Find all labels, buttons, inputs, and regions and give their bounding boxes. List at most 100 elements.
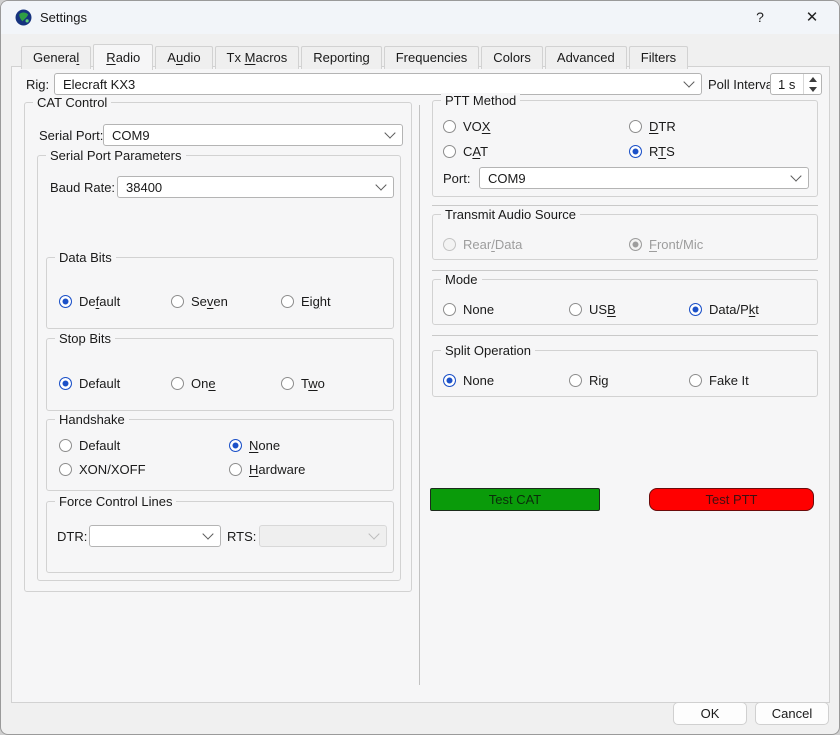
radio-split-fake-it[interactable]: Fake It bbox=[689, 372, 749, 388]
rig-label: Rig: bbox=[26, 77, 49, 92]
test-ptt-button[interactable]: Test PTT bbox=[649, 488, 814, 511]
ok-button[interactable]: OK bbox=[673, 702, 747, 725]
radio-handshake-default[interactable]: Default bbox=[59, 437, 120, 453]
split-operation-title: Split Operation bbox=[441, 343, 535, 358]
radio-mode-data-pkt[interactable]: Data/Pkt bbox=[689, 301, 759, 317]
radio-icon bbox=[629, 238, 642, 251]
ptt-port-label: Port: bbox=[443, 171, 470, 186]
chevron-down-icon bbox=[384, 127, 395, 138]
radio-icon bbox=[443, 374, 456, 387]
rts-label: RTS: bbox=[227, 529, 256, 544]
radio-icon bbox=[171, 377, 184, 390]
radio-icon bbox=[443, 303, 456, 316]
tab-reporting[interactable]: Reporting bbox=[301, 46, 381, 69]
tab-advanced[interactable]: Advanced bbox=[545, 46, 627, 69]
radio-label: Front/Mic bbox=[649, 237, 703, 252]
radio-stop-bits-two[interactable]: Two bbox=[281, 375, 325, 391]
radio-label: RTS bbox=[649, 144, 675, 159]
radio-mode-none[interactable]: None bbox=[443, 301, 494, 317]
window-title: Settings bbox=[40, 1, 87, 34]
radio-label: Fake It bbox=[709, 373, 749, 388]
rig-combo[interactable]: Elecraft KX3 bbox=[54, 73, 702, 95]
radio-ptt-rts[interactable]: RTS bbox=[629, 143, 675, 159]
radio-icon bbox=[229, 439, 242, 452]
radio-icon bbox=[59, 377, 72, 390]
radio-ptt-cat[interactable]: CAT bbox=[443, 143, 488, 159]
spin-down-button[interactable] bbox=[804, 84, 821, 94]
radio-label: Default bbox=[79, 376, 120, 391]
serial-port-parameters-title: Serial Port Parameters bbox=[46, 148, 186, 163]
poll-interval-label: Poll Interval: bbox=[708, 77, 780, 92]
rts-combo bbox=[259, 525, 387, 547]
settings-dialog: Settings ? ✕ General Radio Audio Tx Macr… bbox=[0, 0, 840, 735]
handshake-group: Handshake Default None XON/XOFF bbox=[46, 419, 394, 491]
chevron-down-icon bbox=[368, 528, 379, 539]
radio-icon bbox=[629, 145, 642, 158]
ptt-port-combo[interactable]: COM9 bbox=[479, 167, 809, 189]
radio-handshake-none[interactable]: None bbox=[229, 437, 280, 453]
radio-label: One bbox=[191, 376, 216, 391]
radio-tas-rear-data: Rear/Data bbox=[443, 236, 522, 252]
baud-rate-combo[interactable]: 38400 bbox=[117, 176, 394, 198]
tab-audio[interactable]: Audio bbox=[155, 46, 212, 69]
test-cat-button[interactable]: Test CAT bbox=[430, 488, 600, 511]
radio-data-bits-default[interactable]: Default bbox=[59, 293, 120, 309]
radio-stop-bits-one[interactable]: One bbox=[171, 375, 216, 391]
arrow-up-icon bbox=[809, 77, 817, 82]
radio-ptt-dtr[interactable]: DTR bbox=[629, 118, 676, 134]
radio-stop-bits-default[interactable]: Default bbox=[59, 375, 120, 391]
radio-label: Data/Pkt bbox=[709, 302, 759, 317]
radio-icon bbox=[59, 295, 72, 308]
tab-frequencies[interactable]: Frequencies bbox=[384, 46, 480, 69]
arrow-down-icon bbox=[809, 87, 817, 92]
spin-up-button[interactable] bbox=[804, 74, 821, 84]
radio-icon bbox=[629, 120, 642, 133]
tab-filters[interactable]: Filters bbox=[629, 46, 688, 69]
radio-label: Default bbox=[79, 438, 120, 453]
radio-icon bbox=[171, 295, 184, 308]
title-bar: Settings ? ✕ bbox=[1, 1, 839, 34]
radio-icon bbox=[569, 374, 582, 387]
app-icon bbox=[15, 9, 32, 26]
baud-rate-label: Baud Rate: bbox=[50, 180, 115, 195]
ptt-method-title: PTT Method bbox=[441, 93, 520, 108]
radio-data-bits-seven[interactable]: Seven bbox=[171, 293, 228, 309]
tab-general[interactable]: General bbox=[21, 46, 91, 69]
dtr-combo[interactable] bbox=[89, 525, 221, 547]
force-control-lines-title: Force Control Lines bbox=[55, 494, 176, 509]
radio-tas-front-mic: Front/Mic bbox=[629, 236, 703, 252]
radio-data-bits-eight[interactable]: Eight bbox=[281, 293, 331, 309]
tab-colors[interactable]: Colors bbox=[481, 46, 543, 69]
radio-split-rig[interactable]: Rig bbox=[569, 372, 609, 388]
radio-ptt-vox[interactable]: VOX bbox=[443, 118, 490, 134]
radio-icon bbox=[443, 145, 456, 158]
radio-label: CAT bbox=[463, 144, 488, 159]
radio-label: VOX bbox=[463, 119, 490, 134]
stop-bits-title: Stop Bits bbox=[55, 331, 115, 346]
radio-label: DTR bbox=[649, 119, 676, 134]
vertical-divider bbox=[419, 105, 420, 685]
radio-split-none[interactable]: None bbox=[443, 372, 494, 388]
radio-mode-usb[interactable]: USB bbox=[569, 301, 616, 317]
tab-bar: General Radio Audio Tx Macros Reporting … bbox=[21, 44, 690, 69]
mode-group: Mode None USB Data/Pkt bbox=[432, 279, 818, 325]
ptt-port-value: COM9 bbox=[488, 171, 526, 186]
cancel-button[interactable]: Cancel bbox=[755, 702, 829, 725]
mode-title: Mode bbox=[441, 272, 482, 287]
radio-label: Rear/Data bbox=[463, 237, 522, 252]
radio-icon bbox=[59, 463, 72, 476]
tab-tx-macros[interactable]: Tx Macros bbox=[215, 46, 300, 69]
poll-interval-spinner[interactable]: 1 s bbox=[770, 73, 822, 95]
radio-icon bbox=[569, 303, 582, 316]
help-button[interactable]: ? bbox=[739, 1, 781, 34]
tab-radio[interactable]: Radio bbox=[93, 44, 153, 70]
radio-label: Eight bbox=[301, 294, 331, 309]
radio-handshake-hardware[interactable]: Hardware bbox=[229, 461, 305, 477]
radio-handshake-xon-xoff[interactable]: XON/XOFF bbox=[59, 461, 146, 477]
serial-port-combo[interactable]: COM9 bbox=[103, 124, 403, 146]
transmit-audio-source-group: Transmit Audio Source Rear/Data Front/Mi… bbox=[432, 214, 818, 260]
data-bits-title: Data Bits bbox=[55, 250, 116, 265]
radio-label: Seven bbox=[191, 294, 228, 309]
radio-label: USB bbox=[589, 302, 616, 317]
close-button[interactable]: ✕ bbox=[791, 1, 833, 34]
